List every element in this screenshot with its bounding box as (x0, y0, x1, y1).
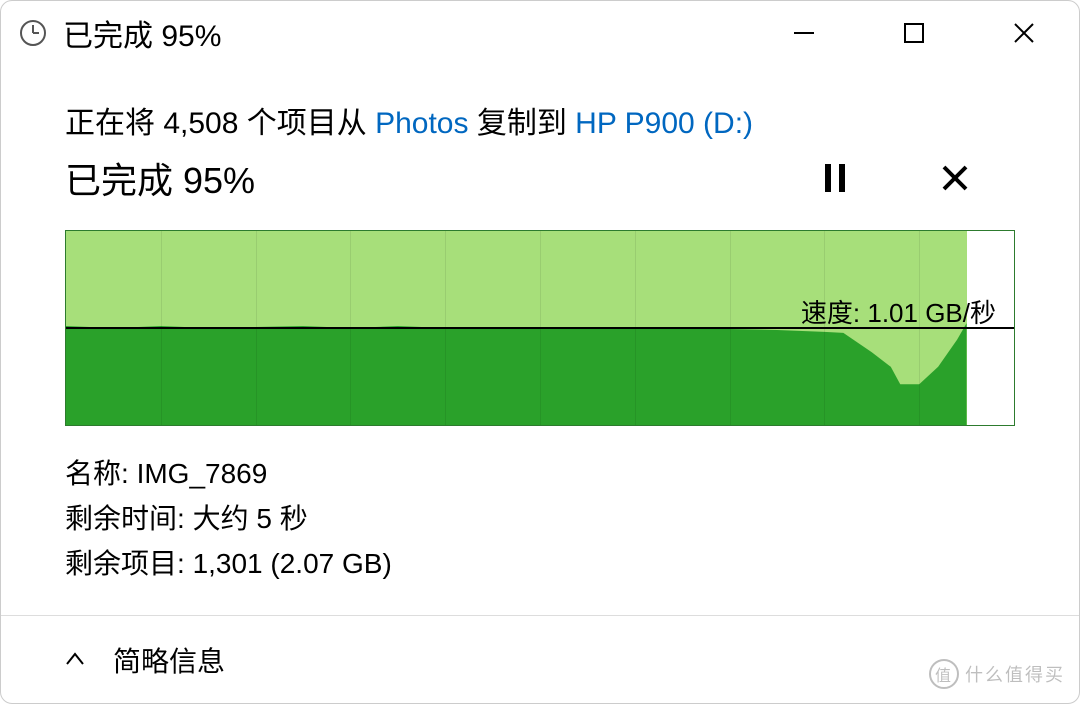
watermark: 值 什么值得买 (929, 659, 1065, 689)
copy-dialog-window: 已完成 95% 正在将 4,508 个项目从 Photos 复制到 HP P90… (0, 0, 1080, 704)
copy-mid1: 个项目从 (238, 107, 375, 140)
source-link[interactable]: Photos (375, 107, 468, 140)
detail-time-label: 剩余时间: (65, 503, 193, 534)
copy-count: 4,508 (163, 107, 238, 140)
maximize-button[interactable] (859, 1, 969, 65)
titlebar: 已完成 95% (1, 1, 1079, 65)
progress-line: 已完成 95% (65, 152, 1015, 204)
footer-toggle[interactable]: 简略信息 (1, 615, 1079, 703)
close-window-button[interactable] (969, 1, 1079, 65)
detail-items-value: 1,301 (2.07 GB) (193, 548, 392, 579)
destination-link[interactable]: HP P900 (D:) (575, 107, 753, 140)
progress-text: 已完成 95% (65, 152, 255, 204)
pause-button[interactable] (775, 153, 895, 203)
detail-name-label: 名称: (65, 458, 137, 489)
cancel-button[interactable] (895, 153, 1015, 203)
detail-items-label: 剩余项目: (65, 548, 193, 579)
detail-items: 剩余项目: 1,301 (2.07 GB) (65, 542, 1015, 587)
speed-chart: 速度: 1.01 GB/秒 (65, 230, 1015, 426)
detail-time-value: 大约 5 秒 (193, 503, 308, 534)
window-controls (749, 1, 1079, 65)
details-block: 名称: IMG_7869 剩余时间: 大约 5 秒 剩余项目: 1,301 (2… (65, 452, 1015, 586)
chevron-up-icon (65, 650, 85, 670)
content-area: 正在将 4,508 个项目从 Photos 复制到 HP P900 (D:) 已… (1, 65, 1079, 615)
copy-description: 正在将 4,508 个项目从 Photos 复制到 HP P900 (D:) (65, 101, 1015, 146)
window-title: 已完成 95% (63, 11, 221, 55)
detail-time: 剩余时间: 大约 5 秒 (65, 497, 1015, 542)
minimize-button[interactable] (749, 1, 859, 65)
watermark-badge: 值 (929, 659, 959, 689)
copy-prefix: 正在将 (65, 107, 163, 140)
copy-mid2: 复制到 (469, 107, 576, 140)
detail-name-value: IMG_7869 (137, 458, 268, 489)
watermark-text: 什么值得买 (965, 661, 1065, 687)
clock-icon (17, 17, 49, 49)
speed-label: 速度: 1.01 GB/秒 (801, 293, 996, 330)
footer-label: 简略信息 (113, 640, 225, 680)
detail-name: 名称: IMG_7869 (65, 452, 1015, 497)
progress-actions (775, 153, 1015, 203)
